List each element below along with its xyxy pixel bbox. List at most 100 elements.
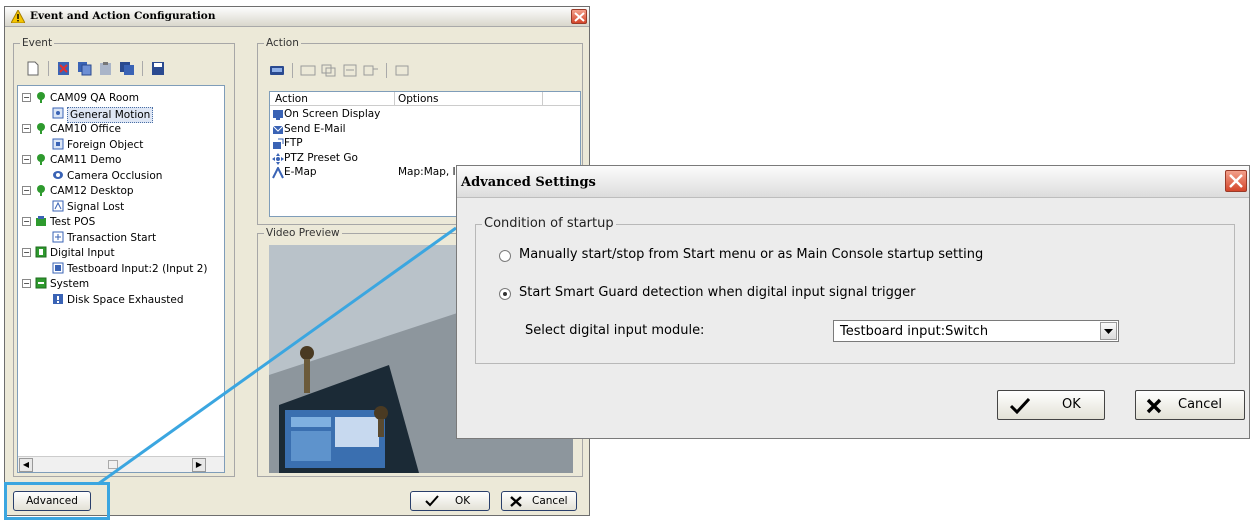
collapse-icon[interactable]: − — [22, 248, 31, 257]
close-button[interactable] — [571, 9, 587, 24]
advanced-settings-dialog: Advanced Settings Condition of startup M… — [456, 165, 1250, 439]
startup-condition-label: Condition of startup — [482, 216, 616, 231]
tree-leaf-label: Foreign Object — [67, 138, 144, 151]
camera-node-icon — [35, 122, 47, 134]
paste-action-button[interactable] — [342, 63, 358, 78]
paste-action-icon — [343, 64, 357, 77]
occlusion-icon — [52, 169, 64, 181]
select-value: Testboard input:Switch — [840, 324, 989, 339]
collapse-icon[interactable]: − — [22, 155, 31, 164]
radio-digital-input-start[interactable] — [499, 288, 511, 300]
action-row[interactable]: FTP — [272, 137, 578, 151]
close-icon — [1229, 174, 1243, 188]
ok-label: OK — [455, 495, 471, 507]
tree-leaf-label: Signal Lost — [67, 200, 125, 213]
tree-horizontal-scrollbar[interactable]: ◀ ▶ — [18, 456, 224, 472]
action-group-label: Action — [264, 37, 301, 49]
signal-lost-icon — [52, 200, 64, 212]
column-divider[interactable] — [394, 92, 395, 105]
copy-icon — [78, 62, 92, 76]
collapse-icon[interactable]: − — [22, 124, 31, 133]
tree-node-label: CAM11 Demo — [50, 154, 122, 166]
action-name: On Screen Display — [284, 108, 381, 120]
option-manual-label[interactable]: Manually start/stop from Start menu or a… — [519, 247, 983, 262]
toolbar-separator — [142, 61, 143, 76]
input-port-icon — [52, 262, 64, 274]
dialog-title: Event and Action Configuration — [30, 10, 216, 22]
tree-node-label: System — [50, 278, 90, 290]
edit-action-icon — [300, 65, 316, 76]
disk-warning-icon — [52, 293, 64, 305]
edit-action-button[interactable] — [300, 63, 316, 78]
camera-node-icon — [35, 91, 47, 103]
action-toolbar — [269, 63, 410, 78]
save-icon — [152, 62, 164, 75]
checkmark-icon — [1010, 398, 1030, 414]
action-options: Map:Map, In — [398, 166, 463, 178]
column-header-action[interactable]: Action — [275, 93, 308, 105]
copy-event-button[interactable] — [77, 61, 93, 76]
pos-icon — [35, 215, 47, 227]
paste-icon — [100, 62, 111, 75]
duplicate-icon — [120, 62, 134, 75]
camera-node-icon — [35, 184, 47, 196]
advanced-dialog-title: Advanced Settings — [461, 175, 596, 190]
dropdown-button[interactable] — [1100, 322, 1117, 340]
paste-event-button[interactable] — [98, 61, 114, 76]
save-event-button[interactable] — [150, 61, 166, 76]
cancel-button[interactable]: Cancel — [501, 491, 577, 511]
event-group-label: Event — [20, 37, 55, 49]
tree-leaf-label: Testboard Input:2 (Input 2) — [67, 262, 208, 275]
new-page-icon — [27, 61, 39, 76]
cancel-x-icon — [510, 496, 522, 507]
action-row[interactable]: PTZ Preset Go — [272, 152, 578, 166]
scroll-left-arrow-icon[interactable]: ◀ — [19, 458, 33, 472]
digital-input-module-select[interactable]: Testboard input:Switch — [833, 320, 1119, 342]
copy-action-icon — [321, 64, 336, 77]
emap-icon — [272, 165, 284, 183]
cancel-label: Cancel — [532, 495, 568, 507]
cancel-x-icon — [1146, 398, 1162, 414]
collapse-icon[interactable]: − — [22, 186, 31, 195]
collapse-icon[interactable]: − — [22, 93, 31, 102]
tree-leaf-label: Transaction Start — [67, 231, 157, 244]
radio-manual-start[interactable] — [499, 250, 511, 262]
new-event-button[interactable] — [25, 61, 41, 76]
action-row[interactable]: On Screen Display — [272, 108, 578, 122]
collapse-icon[interactable]: − — [22, 279, 31, 288]
scroll-thumb[interactable] — [108, 460, 118, 469]
motion-icon — [52, 107, 64, 119]
add-action-button[interactable] — [269, 63, 285, 78]
chevron-down-icon — [1104, 329, 1113, 334]
move-action-icon — [363, 65, 378, 76]
duplicate-event-button[interactable] — [119, 61, 135, 76]
advanced-ok-button[interactable]: OK — [997, 390, 1105, 420]
action-name: FTP — [284, 137, 303, 149]
copy-action-button[interactable] — [321, 63, 337, 78]
event-tree[interactable]: − CAM09 QA Room General Motion − CAM10 Offic… — [17, 85, 225, 473]
delete-icon — [58, 62, 69, 75]
advanced-close-button[interactable] — [1225, 170, 1247, 192]
action-row[interactable]: Send E-Mail — [272, 123, 578, 137]
advanced-cancel-label: Cancel — [1178, 397, 1223, 412]
action-name: Send E-Mail — [284, 122, 346, 135]
delete-action-button[interactable] — [394, 63, 410, 78]
ok-button[interactable]: OK — [410, 491, 490, 511]
collapse-icon[interactable]: − — [22, 217, 31, 226]
select-module-label: Select digital input module: — [525, 323, 705, 338]
add-action-icon — [270, 66, 284, 75]
column-header-options[interactable]: Options — [398, 93, 439, 105]
toolbar-separator — [48, 61, 49, 76]
system-icon — [35, 277, 47, 289]
option-digital-input-label[interactable]: Start Smart Guard detection when digital… — [519, 285, 916, 300]
scroll-right-arrow-icon[interactable]: ▶ — [192, 458, 206, 472]
column-divider[interactable] — [542, 92, 543, 105]
callout-highlight — [4, 482, 110, 520]
delete-event-button[interactable] — [56, 61, 72, 76]
video-preview-label: Video Preview — [264, 227, 342, 239]
dialog-titlebar: Event and Action Configuration — [5, 7, 589, 27]
advanced-cancel-button[interactable]: Cancel — [1135, 390, 1245, 420]
foreign-object-icon — [52, 138, 64, 150]
move-action-button[interactable] — [363, 63, 379, 78]
toolbar-separator — [292, 63, 293, 78]
